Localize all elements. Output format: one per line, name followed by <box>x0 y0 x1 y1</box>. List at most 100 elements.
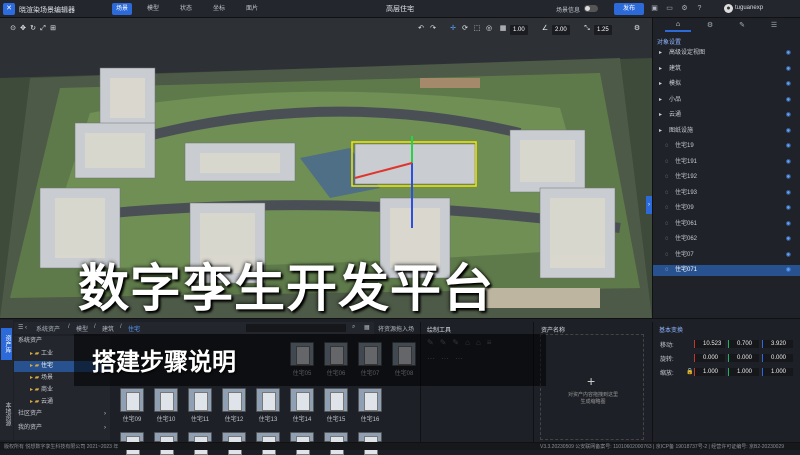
asset-thumbnail-partial[interactable] <box>154 432 178 455</box>
outliner-item[interactable]: ◌ 住宅192 ◉ <box>653 172 800 183</box>
asset-thumbnail[interactable] <box>358 388 382 412</box>
tab-layers[interactable]: ☰ <box>761 21 787 32</box>
outliner-item[interactable]: ▸ 模拟 ◉ <box>653 79 800 90</box>
breadcrumb-residential[interactable]: 住宅 <box>128 324 140 333</box>
select-icon[interactable]: ⊙ <box>8 24 18 34</box>
grid-view-icon[interactable]: ▦ <box>364 324 370 331</box>
category-item[interactable]: 我的资产 › <box>14 423 110 434</box>
redo-icon[interactable]: ↷ <box>428 24 438 34</box>
scale-snap-value[interactable]: 1.25 <box>594 25 612 35</box>
asset-thumbnail-partial[interactable] <box>188 432 212 455</box>
category-item[interactable]: ▸ ▰ 商业 <box>14 385 110 396</box>
asset-thumbnail[interactable] <box>154 388 178 412</box>
asset-thumbnail[interactable] <box>222 388 246 412</box>
outliner-item[interactable]: ◌ 住宅193 ◉ <box>653 188 800 199</box>
scene-info-toggle[interactable] <box>584 5 598 12</box>
outliner-item[interactable]: ◌ 住宅071 ◉ <box>653 265 800 276</box>
transform-x-input[interactable]: 1.000 <box>695 368 725 376</box>
asset-thumbnail[interactable] <box>120 388 144 412</box>
transform-x-input[interactable]: 0.000 <box>695 354 725 362</box>
visibility-eye-icon[interactable]: ◉ <box>786 265 791 276</box>
visibility-eye-icon[interactable]: ◉ <box>786 79 791 90</box>
visibility-eye-icon[interactable]: ◉ <box>786 234 791 245</box>
angle-snap-icon[interactable]: ∠ <box>540 24 550 34</box>
folder-up-icon[interactable]: ☰ ‹ <box>18 324 27 331</box>
grid-snap-icon[interactable]: ▦ <box>498 24 508 34</box>
visibility-eye-icon[interactable]: ◉ <box>786 48 791 59</box>
asset-thumbnail-partial[interactable] <box>256 432 280 455</box>
visibility-eye-icon[interactable]: ◉ <box>786 110 791 121</box>
category-item[interactable]: ▸ ▰ 云通 <box>14 397 110 408</box>
tab-properties[interactable]: ⚙ <box>697 21 723 32</box>
asset-thumbnail[interactable] <box>256 388 280 412</box>
grid-snap-value[interactable]: 1.00 <box>510 25 528 35</box>
asset-thumbnail-partial[interactable] <box>358 432 382 455</box>
asset-thumbnail[interactable] <box>290 388 314 412</box>
angle-snap-value[interactable]: 2.00 <box>552 25 570 35</box>
outliner-item[interactable]: ◌ 住宅07 ◉ <box>653 250 800 261</box>
transform-z-input[interactable]: 1.000 <box>763 368 793 376</box>
rotate-gizmo-icon[interactable]: ⟳ <box>460 24 470 34</box>
outliner-item[interactable]: ▸ 高级设定视图 ◉ <box>653 48 800 59</box>
visibility-eye-icon[interactable]: ◉ <box>786 157 791 168</box>
search-icon[interactable]: ⌕ <box>352 324 355 331</box>
scale-icon[interactable]: ⤢ <box>38 24 48 34</box>
visibility-eye-icon[interactable]: ◉ <box>786 203 791 214</box>
camera-settings-icon[interactable]: ⚙ <box>632 24 642 34</box>
lock-icon[interactable]: 🔒 <box>686 368 693 375</box>
tab-scene-tree[interactable]: ⌂ <box>665 21 691 32</box>
settings-icon[interactable]: ⚙ <box>680 4 689 13</box>
outliner-item[interactable]: ▸ 图纸设施 ◉ <box>653 126 800 137</box>
snap-icon[interactable]: ⊞ <box>48 24 58 34</box>
transform-x-input[interactable]: 10.523 <box>695 340 725 348</box>
asset-thumbnail-partial[interactable] <box>120 432 144 455</box>
tab-scene[interactable]: 场景 <box>112 3 133 15</box>
visibility-eye-icon[interactable]: ◉ <box>786 219 791 230</box>
thumbnail-drop-zone[interactable]: + 对资产内容拖拽到这里 生成缩略图 <box>540 334 644 440</box>
breadcrumb-model[interactable]: 模型 <box>76 324 88 333</box>
transform-y-input[interactable]: 0.700 <box>729 340 759 348</box>
transform-gizmo-icon[interactable]: ✛ <box>448 24 458 34</box>
asset-thumbnail-partial[interactable] <box>222 432 246 455</box>
tab-patch[interactable]: 面片 <box>242 3 262 15</box>
publish-button[interactable]: 发布 <box>614 3 644 15</box>
outliner-item[interactable]: ◌ 住宅09 ◉ <box>653 203 800 214</box>
asset-search-input[interactable] <box>246 324 346 332</box>
move-icon[interactable]: ✥ <box>18 24 28 34</box>
tab-local-resources[interactable]: 本地资源 <box>1 396 12 432</box>
tab-asset-library[interactable]: 资产库 <box>1 328 12 360</box>
help-icon[interactable]: ? <box>695 4 704 13</box>
outliner-item[interactable]: ◌ 住宅19 ◉ <box>653 141 800 152</box>
category-item[interactable]: 社区资产 › <box>14 409 110 420</box>
visibility-eye-icon[interactable]: ◉ <box>786 95 791 106</box>
asset-thumbnail-partial[interactable] <box>290 432 314 455</box>
visibility-eye-icon[interactable]: ◉ <box>786 64 791 75</box>
asset-thumbnail[interactable] <box>188 388 212 412</box>
transform-y-input[interactable]: 0.000 <box>729 354 759 362</box>
asset-thumbnail-partial[interactable] <box>324 432 348 455</box>
outliner-item[interactable]: ◌ 住宅062 ◉ <box>653 234 800 245</box>
save-icon[interactable]: ▣ <box>650 4 659 13</box>
visibility-eye-icon[interactable]: ◉ <box>786 250 791 261</box>
outliner-item[interactable]: ▸ 小品 ◉ <box>653 95 800 106</box>
visibility-eye-icon[interactable]: ◉ <box>786 172 791 183</box>
outliner-item[interactable]: ▸ 建筑 ◉ <box>653 64 800 75</box>
scale-gizmo-icon[interactable]: ⬚ <box>472 24 482 34</box>
world-space-icon[interactable]: ◎ <box>484 24 494 34</box>
user-name[interactable]: tuguanexp <box>735 5 763 11</box>
breadcrumb-system[interactable]: 系统资产 <box>36 324 60 333</box>
undo-icon[interactable]: ↶ <box>416 24 426 34</box>
tab-state[interactable]: 状态 <box>176 3 196 15</box>
tab-tools[interactable]: ✎ <box>729 21 755 32</box>
breadcrumb-building[interactable]: 建筑 <box>102 324 114 333</box>
transform-y-input[interactable]: 1.000 <box>729 368 759 376</box>
screen-icon[interactable]: ▭ <box>665 4 674 13</box>
transform-z-input[interactable]: 0.000 <box>763 354 793 362</box>
visibility-eye-icon[interactable]: ◉ <box>786 188 791 199</box>
asset-thumbnail[interactable] <box>324 388 348 412</box>
visibility-eye-icon[interactable]: ◉ <box>786 141 791 152</box>
scale-snap-icon[interactable]: ⤡ <box>582 24 592 34</box>
outliner-item[interactable]: ◌ 住宅191 ◉ <box>653 157 800 168</box>
avatar[interactable]: ● <box>724 4 733 13</box>
transform-z-input[interactable]: 3.920 <box>763 340 793 348</box>
